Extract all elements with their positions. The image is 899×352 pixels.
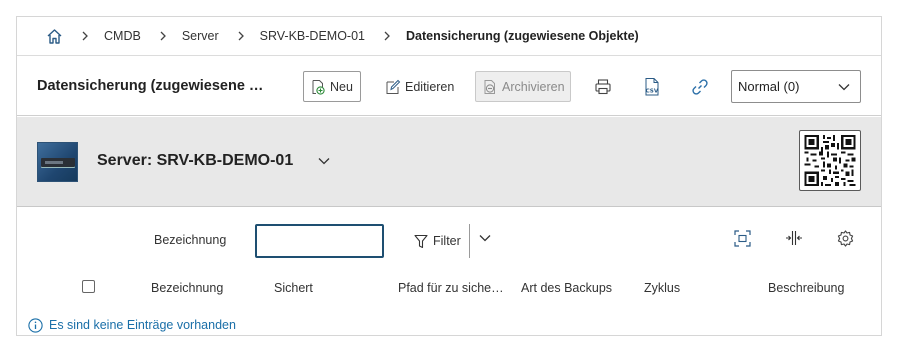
chevron-right-icon	[383, 31, 393, 41]
fullscreen-icon[interactable]	[733, 229, 751, 247]
object-header: Server: SRV-KB-DEMO-01	[17, 117, 881, 207]
chevron-right-icon	[159, 31, 169, 41]
filter-divider	[469, 224, 470, 258]
column-header-bezeichnung[interactable]: Bezeichnung	[151, 281, 261, 295]
chevron-right-icon	[237, 31, 247, 41]
object-title: Server: SRV-KB-DEMO-01	[97, 152, 294, 169]
column-header-pfad[interactable]: Pfad für zu sichernde Daten	[398, 281, 507, 295]
new-button-label: Neu	[330, 79, 353, 94]
view-select-value: Normal (0)	[738, 79, 800, 94]
breadcrumb-item-object[interactable]: SRV-KB-DEMO-01	[260, 29, 365, 43]
print-icon[interactable]	[592, 76, 614, 98]
filter-label: Bezeichnung	[154, 233, 227, 247]
column-header-zyklus[interactable]: Zyklus	[644, 281, 744, 295]
filter-button-label: Filter	[433, 234, 461, 248]
breadcrumb-item-cmdb[interactable]: CMDB	[104, 29, 141, 43]
empty-state-text: Es sind keine Einträge vorhanden	[49, 318, 236, 332]
select-all-checkbox[interactable]	[82, 280, 95, 293]
info-icon	[27, 317, 43, 333]
view-select[interactable]: Normal (0)	[731, 70, 861, 103]
server-icon	[37, 142, 78, 182]
column-header-beschreibung[interactable]: Beschreibung	[768, 281, 868, 295]
column-header-sichert[interactable]: Sichert	[274, 281, 374, 295]
column-resize-icon[interactable]	[785, 229, 803, 247]
gear-icon[interactable]	[836, 229, 854, 247]
breadcrumb-item-current: Datensicherung (zugewiesene Objekte)	[406, 29, 639, 43]
qr-code-icon[interactable]	[799, 130, 861, 191]
breadcrumb: CMDB Server SRV-KB-DEMO-01 Datensicherun…	[17, 17, 881, 56]
svg-text:CSV: CSV	[646, 89, 659, 95]
home-icon[interactable]	[45, 27, 63, 45]
chevron-down-icon[interactable]	[478, 231, 492, 245]
empty-state-message: Es sind keine Einträge vorhanden	[27, 317, 236, 333]
archive-icon	[482, 79, 498, 95]
page-title: Datensicherung (zugewiesene Objekte)	[37, 78, 267, 94]
chevron-down-icon[interactable]	[317, 154, 331, 168]
edit-button-label: Editieren	[405, 79, 455, 94]
chevron-right-icon	[81, 31, 91, 41]
archive-button[interactable]: Archivieren	[475, 71, 571, 102]
chevron-down-icon	[838, 79, 850, 94]
new-document-icon	[310, 79, 326, 95]
name-filter-input[interactable]	[255, 224, 384, 258]
archive-button-label: Archivieren	[502, 79, 565, 94]
filter-icon	[413, 233, 429, 249]
column-header-art-des-backups[interactable]: Art des Backups	[521, 281, 631, 295]
edit-icon	[385, 79, 401, 95]
breadcrumb-item-server[interactable]: Server	[182, 29, 219, 43]
filter-button[interactable]: Filter	[413, 227, 461, 255]
toolbar: Datensicherung (zugewiesene Objekte) Neu…	[17, 57, 881, 116]
new-button[interactable]: Neu	[303, 71, 361, 102]
csv-export-icon[interactable]: CSV	[641, 76, 663, 98]
edit-button[interactable]: Editieren	[379, 71, 459, 102]
link-icon[interactable]	[689, 76, 711, 98]
app-frame: CMDB Server SRV-KB-DEMO-01 Datensicherun…	[16, 16, 882, 336]
